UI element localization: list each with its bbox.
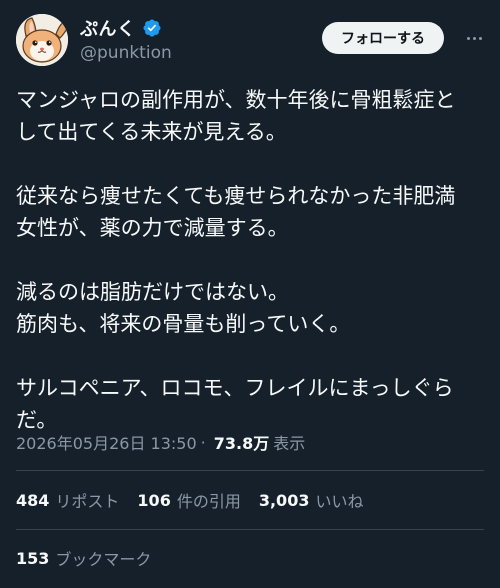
- bookmarks-label: ブックマーク: [55, 550, 152, 569]
- tweet-header: ぷんく @punktion フォローする: [0, 0, 500, 78]
- views-label: 表示: [273, 434, 306, 453]
- divider: [16, 529, 484, 530]
- reposts-count: 484: [16, 490, 50, 510]
- quotes-count: 106: [137, 490, 171, 510]
- rabbit-avatar-icon: [16, 14, 68, 66]
- tweet-line: サルコペニア、ロコモ、フレイルにまっしぐら: [16, 376, 454, 400]
- quotes-stat[interactable]: 106 件の引用: [137, 488, 240, 512]
- more-options-icon[interactable]: [462, 26, 486, 50]
- views-count[interactable]: 73.8万: [214, 430, 269, 454]
- verified-badge-icon[interactable]: [142, 18, 162, 38]
- likes-stat[interactable]: 3,003 いいね: [259, 488, 364, 512]
- engagement-stats: 484 リポスト 106 件の引用 3,003 いいね: [16, 486, 381, 514]
- author-display-name[interactable]: ぷんく: [80, 15, 136, 41]
- reposts-label: リポスト: [55, 492, 120, 511]
- avatar[interactable]: [16, 14, 68, 66]
- tweet-meta: 2026年05月26日 13:50 · 73.8万 表示: [16, 430, 305, 454]
- divider: [16, 470, 484, 471]
- bookmarks-stat[interactable]: 153 ブックマーク: [16, 544, 169, 572]
- tweet-timestamp[interactable]: 2026年05月26日 13:50: [16, 430, 197, 454]
- author-name-row: ぷんく: [80, 16, 162, 40]
- bookmarks-stat-item[interactable]: 153 ブックマーク: [16, 546, 151, 570]
- tweet-text: マンジャロの副作用が、数十年後に骨粗鬆症と して出てくる未来が見える。 従来なら…: [16, 84, 488, 436]
- likes-count: 3,003: [258, 490, 310, 510]
- likes-label: いいね: [315, 492, 364, 511]
- tweet-line: 女性が、薬の力で減量する。: [16, 216, 289, 240]
- reposts-stat[interactable]: 484 リポスト: [16, 488, 119, 512]
- bookmarks-count: 153: [16, 548, 50, 568]
- author-handle[interactable]: @punktion: [80, 43, 172, 63]
- tweet-line: して出てくる未来が見える。: [16, 120, 287, 144]
- quotes-label: 件の引用: [176, 492, 241, 511]
- tweet-line: 減るのは脂肪だけではない。: [16, 280, 289, 304]
- follow-button[interactable]: フォローする: [322, 22, 444, 54]
- tweet-line: 筋肉も、将来の骨量も削っていく。: [16, 312, 351, 336]
- meta-separator: ·: [200, 432, 206, 452]
- tweet-line: 従来なら痩せたくても痩せられなかった非肥満: [16, 184, 456, 208]
- tweet-line: マンジャロの副作用が、数十年後に骨粗鬆症と: [16, 88, 456, 112]
